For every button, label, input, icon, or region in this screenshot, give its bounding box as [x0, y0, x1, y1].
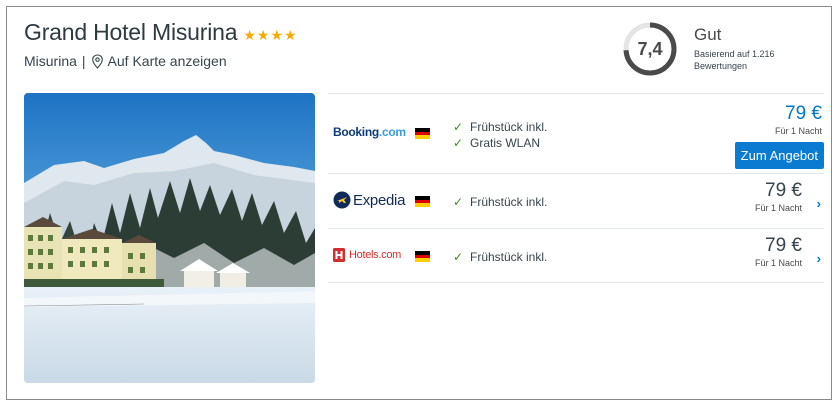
german-flag-icon [415, 128, 430, 140]
title-row: Grand Hotel Misurina ★ ★ ★ ★ [24, 19, 298, 46]
price-block: 79 € Für 1 Nacht [755, 235, 802, 268]
feature-label: Gratis WLAN [470, 136, 541, 150]
hotels-h-icon [333, 248, 345, 262]
star-icon: ★ [270, 26, 283, 43]
expedia-logo: Expedia [333, 191, 405, 209]
per-night-label: Für 1 Nacht [754, 258, 802, 268]
star-rating: ★ ★ ★ ★ [243, 28, 297, 42]
rating-gauge: 7,4 [622, 21, 678, 77]
offers-list: Booking .com ✓ Frühstück inkl. ✓ Gratis W… [328, 93, 824, 283]
hotel-photo-image [24, 93, 315, 383]
check-icon: ✓ [453, 136, 464, 150]
check-icon: ✓ [453, 250, 464, 264]
chevron-right-icon[interactable]: › [817, 196, 821, 211]
show-on-map-link[interactable]: Auf Karte anzeigen [108, 53, 227, 69]
booking-logo-suffix: .com [378, 125, 406, 139]
feature-label: Frühstück inkl. [470, 250, 548, 264]
hotels-logo-text: Hotels.com [349, 249, 402, 261]
price-block: 79 € Für 1 Nacht [755, 180, 802, 213]
offer-price[interactable]: 79 € [755, 235, 802, 257]
rating-label: Gut [694, 25, 722, 44]
offer-row-hotels[interactable]: Hotels.com ✓ Frühstück inkl. 79 € Für 1 … [328, 228, 824, 283]
hotel-photo[interactable] [24, 93, 315, 383]
star-icon: ★ [256, 26, 270, 43]
offer-features: ✓ Frühstück inkl. ✓ Gratis WLAN [453, 119, 547, 151]
view-deal-button[interactable]: Zum Angebot [734, 142, 824, 169]
per-night-label: Für 1 Nacht [754, 203, 802, 213]
rating-text: Gut Basierend auf 1.216 Bewertungen [694, 25, 794, 72]
separator: | [81, 53, 86, 69]
map-pin-icon[interactable] [91, 53, 104, 69]
feature-label: Frühstück inkl. [470, 120, 548, 134]
offer-row-expedia[interactable]: Expedia ✓ Frühstück inkl. 79 € Für 1 Nac… [328, 173, 824, 228]
check-icon: ✓ [453, 120, 464, 134]
offer-row-booking[interactable]: Booking .com ✓ Frühstück inkl. ✓ Gratis W… [328, 93, 824, 173]
per-night-label: Für 1 Nacht [774, 126, 822, 136]
feature-label: Frühstück inkl. [470, 195, 548, 209]
hotel-card: Grand Hotel Misurina ★ ★ ★ ★ Misurina | … [6, 6, 832, 400]
star-icon: ★ [243, 26, 256, 43]
offer-price[interactable]: 79 € [735, 103, 824, 125]
feature-item: ✓ Frühstück inkl. [453, 119, 547, 135]
rating-review-count: Basierend auf 1.216 Bewertungen [694, 49, 775, 71]
feature-item: ✓ Gratis WLAN [453, 135, 547, 151]
price-block: 79 € Für 1 Nacht Zum Angebot [734, 103, 824, 169]
star-icon: ★ [284, 26, 297, 43]
location-name: Misurina [24, 53, 77, 69]
rating-widget[interactable]: 7,4 Gut Basierend auf 1.216 Bewertungen [622, 21, 794, 77]
expedia-plane-icon [333, 191, 351, 209]
german-flag-icon [415, 196, 430, 208]
offer-features: ✓ Frühstück inkl. [453, 249, 547, 265]
hotel-name[interactable]: Grand Hotel Misurina [24, 19, 238, 46]
chevron-right-icon[interactable]: › [817, 251, 821, 266]
offer-features: ✓ Frühstück inkl. [453, 194, 547, 210]
expedia-logo-text: Expedia [353, 191, 406, 209]
rating-score: 7,4 [637, 38, 663, 59]
booking-logo-text: Booking [333, 125, 379, 139]
booking-logo: Booking .com [333, 125, 406, 139]
check-icon: ✓ [453, 195, 464, 209]
location-row: Misurina | Auf Karte anzeigen [24, 53, 227, 69]
hotels-logo: Hotels.com [333, 248, 401, 262]
feature-item: ✓ Frühstück inkl. [453, 249, 547, 265]
feature-item: ✓ Frühstück inkl. [453, 194, 547, 210]
german-flag-icon [415, 251, 430, 263]
offer-price[interactable]: 79 € [755, 180, 802, 202]
